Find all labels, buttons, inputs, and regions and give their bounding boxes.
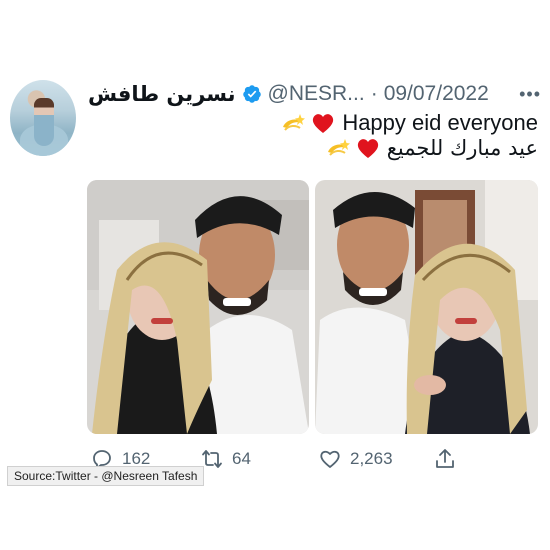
tweet-text-arabic: عيد مبارك للجميع	[386, 136, 538, 160]
share-button[interactable]	[433, 447, 465, 471]
source-caption: Source:Twitter - @Nesreen Tafesh	[7, 466, 205, 486]
tweet-photo-2[interactable]	[315, 180, 538, 434]
red-heart-emoji-icon	[313, 114, 334, 133]
red-heart-emoji-icon	[357, 139, 378, 158]
tweet-date[interactable]: 09/07/2022	[384, 82, 489, 106]
avatar[interactable]	[10, 80, 76, 156]
retweet-button[interactable]: 64	[200, 447, 251, 471]
share-icon	[436, 449, 454, 468]
tweet-text-line-1: Happy eid everyone	[280, 110, 538, 136]
couple-selfie-photo-1	[87, 180, 309, 434]
retweet-count: 64	[232, 449, 251, 468]
dizzy-emoji-icon	[283, 114, 306, 131]
tweet-photo-1[interactable]	[87, 180, 309, 434]
display-name[interactable]: نسرين طافش	[88, 82, 236, 106]
more-dots-icon[interactable]: •••	[519, 84, 541, 105]
author-handle[interactable]: @NESR...	[268, 82, 365, 106]
like-count: 2,263	[350, 449, 393, 468]
separator-dot: ·	[370, 82, 378, 105]
tweet-text-english: Happy eid everyone	[342, 110, 538, 135]
couple-selfie-photo-2	[315, 180, 538, 434]
tweet-text-line-2: عيد مبارك للجميع	[325, 136, 538, 160]
dizzy-emoji-icon	[327, 139, 350, 156]
verified-badge-icon	[242, 85, 261, 103]
tweet-header: نسرين طافش @NESR... · 09/07/2022 •••	[88, 80, 543, 108]
like-button[interactable]: 2,263	[318, 447, 393, 471]
heart-icon	[320, 450, 340, 468]
avatar-figure-shape	[34, 98, 54, 146]
